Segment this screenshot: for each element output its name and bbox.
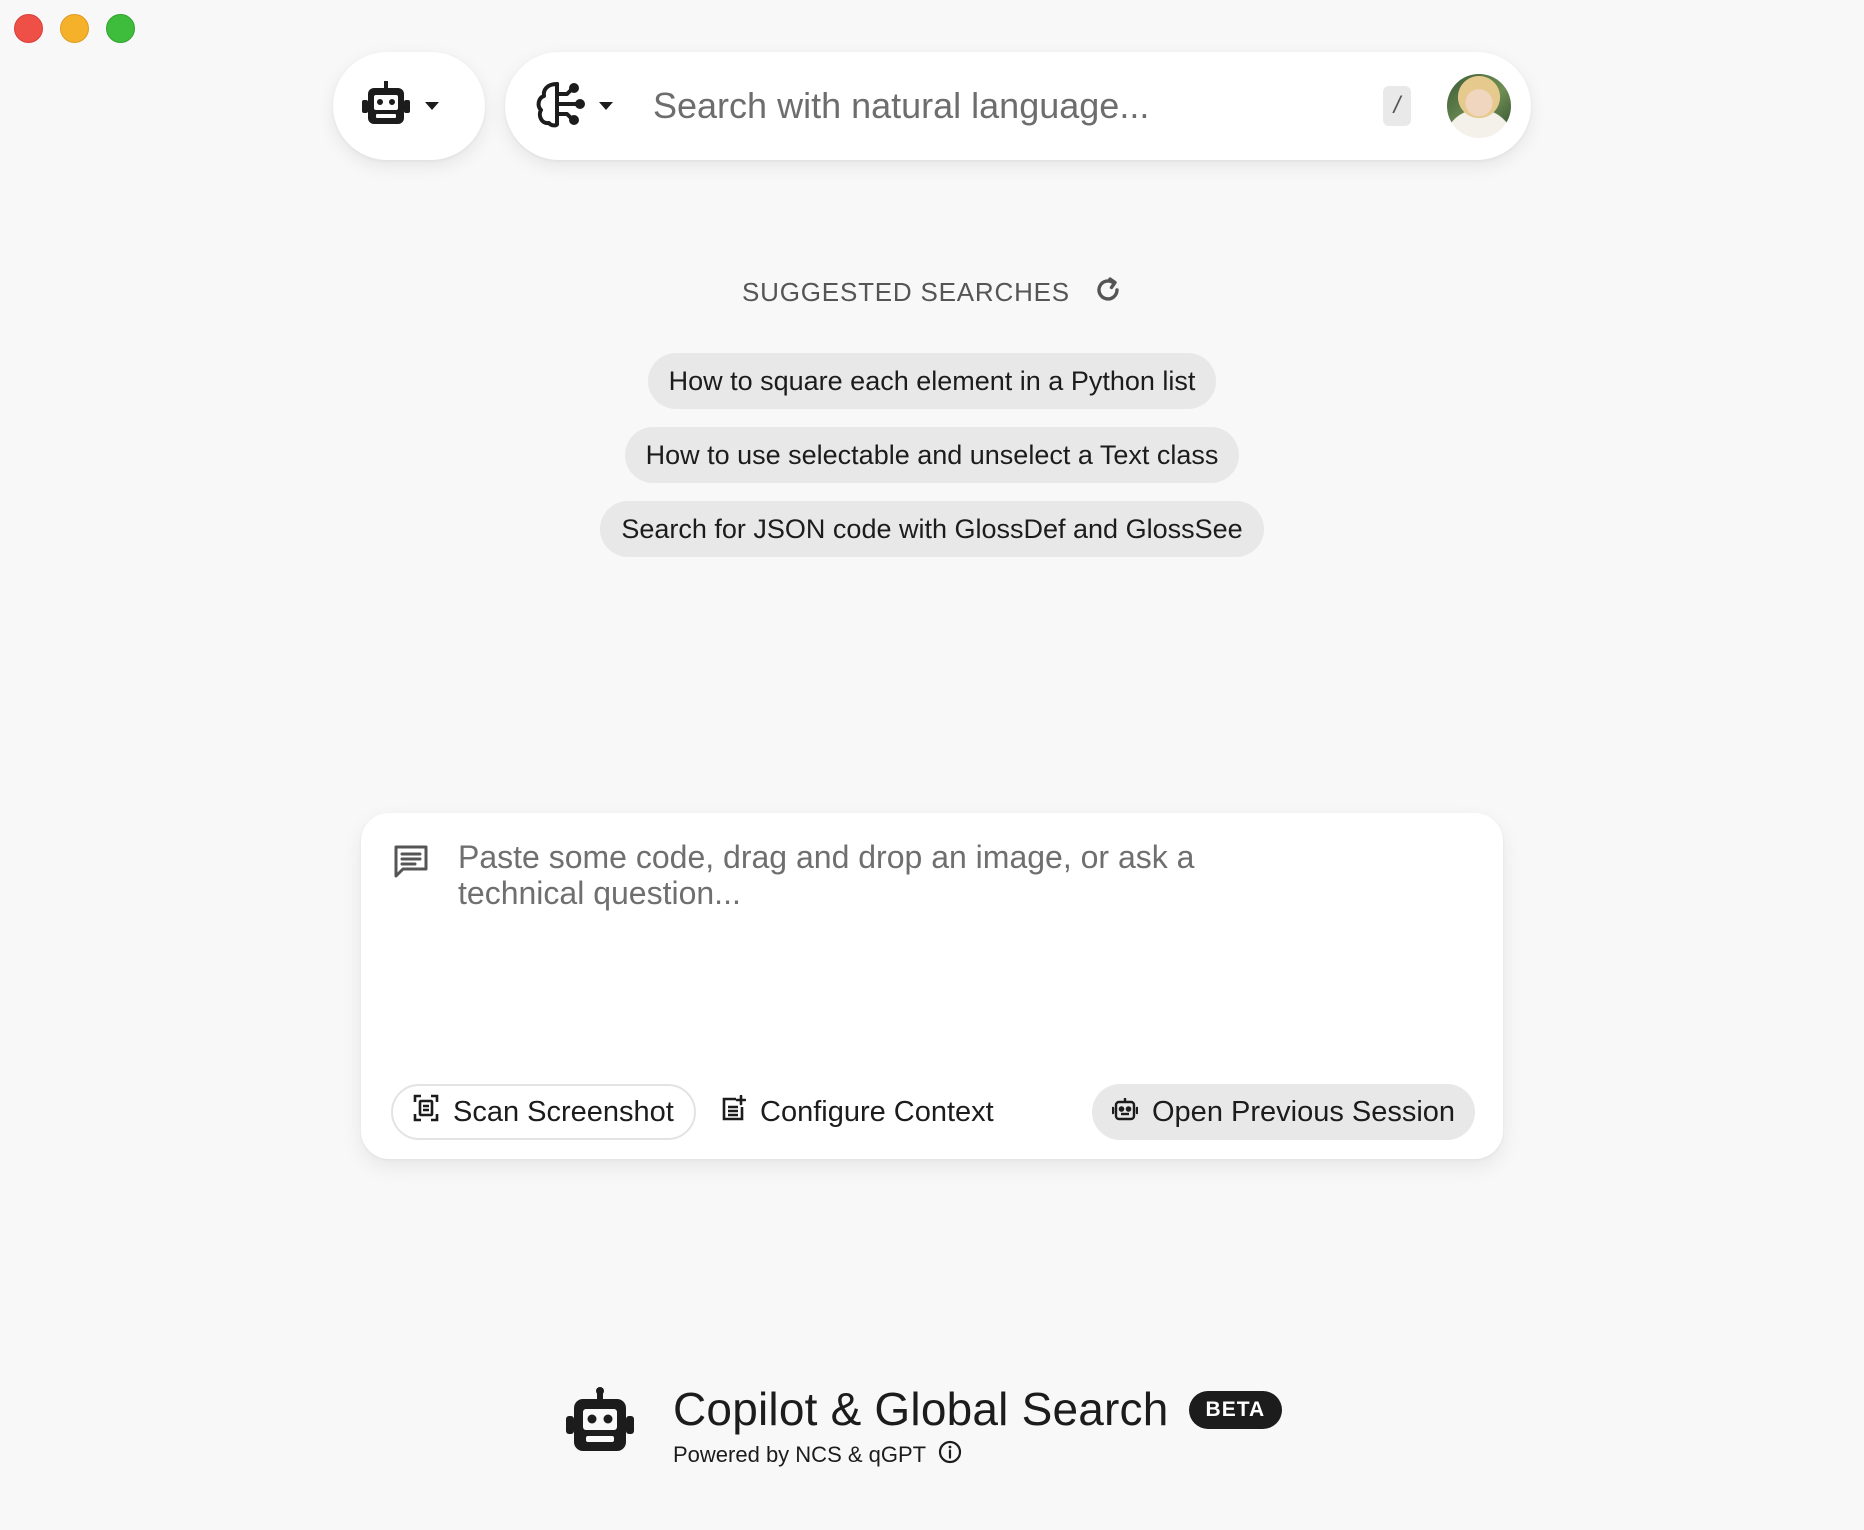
avatar[interactable] <box>1447 74 1511 138</box>
model-selector[interactable] <box>333 52 485 160</box>
robot-icon <box>565 1387 635 1458</box>
info-icon[interactable] <box>938 1440 962 1470</box>
brain-circuit-icon <box>535 80 585 133</box>
suggested-search-chip[interactable]: Search for JSON code with GlossDef and G… <box>600 501 1264 557</box>
chevron-down-icon <box>425 102 439 110</box>
suggested-searches-title: SUGGESTED SEARCHES <box>742 277 1070 307</box>
search-mode-selector[interactable] <box>535 80 613 133</box>
scan-screenshot-button[interactable]: Scan Screenshot <box>391 1084 696 1140</box>
scan-screenshot-label: Scan Screenshot <box>453 1095 674 1128</box>
configure-context-label: Configure Context <box>760 1095 994 1128</box>
chevron-down-icon <box>599 102 613 110</box>
open-previous-session-label: Open Previous Session <box>1152 1095 1456 1128</box>
maximize-window-button[interactable] <box>106 14 135 43</box>
suggested-searches-header: SUGGESTED SEARCHES <box>0 276 1864 309</box>
refresh-icon[interactable] <box>1094 276 1122 309</box>
robot-icon <box>361 80 411 132</box>
footer-text: Copilot & Global Search BETA Powered by … <box>673 1382 1283 1470</box>
suggested-searches-list: How to square each element in a Python l… <box>0 353 1864 557</box>
minimize-window-button[interactable] <box>60 14 89 43</box>
close-window-button[interactable] <box>14 14 43 43</box>
chat-icon <box>393 843 429 884</box>
scan-icon <box>413 1094 439 1130</box>
shortcut-key-hint: / <box>1383 86 1411 126</box>
footer-title-row: Copilot & Global Search BETA <box>673 1382 1283 1436</box>
powered-by-label: Powered by NCS & qGPT <box>673 1442 927 1467</box>
open-previous-session-button[interactable]: Open Previous Session <box>1092 1084 1476 1140</box>
window-controls <box>14 14 135 43</box>
configure-context-button[interactable]: Configure Context <box>722 1084 994 1140</box>
suggested-search-chip[interactable]: How to square each element in a Python l… <box>647 353 1217 409</box>
search-bar: / <box>505 52 1531 160</box>
app-title: Copilot & Global Search <box>673 1383 1169 1435</box>
chat-input[interactable] <box>458 839 1278 1009</box>
suggested-search-chip[interactable]: How to use selectable and unselect a Tex… <box>624 427 1240 483</box>
context-icon <box>722 1094 747 1129</box>
footer-branding: Copilot & Global Search BETA Powered by … <box>565 1382 1283 1470</box>
powered-by: Powered by NCS & qGPT <box>673 1440 1282 1470</box>
chat-composer: Scan Screenshot Configure Context Open P… <box>361 813 1503 1159</box>
search-input[interactable] <box>653 76 1383 136</box>
beta-badge: BETA <box>1188 1391 1283 1429</box>
robot-icon <box>1111 1096 1139 1129</box>
